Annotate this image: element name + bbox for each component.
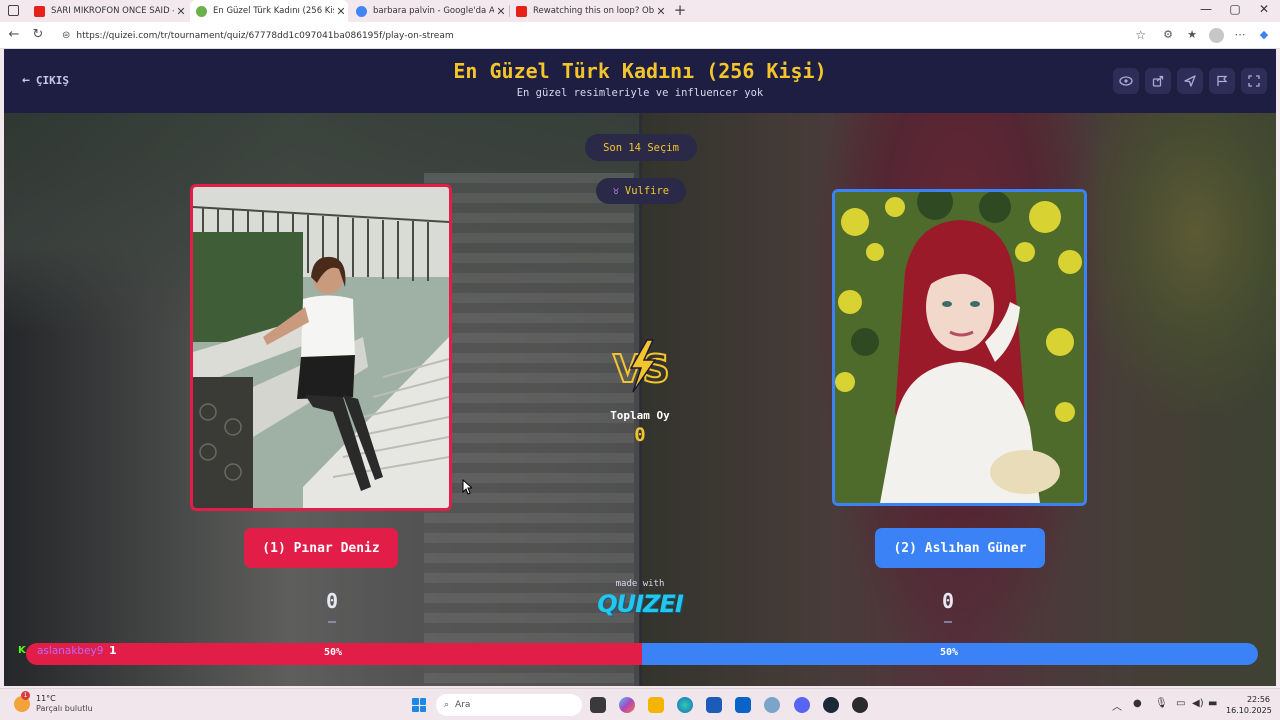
quiz-subtitle: En güzel resimleriyle ve influencer yok [516, 87, 764, 99]
kick-icon: K [18, 645, 26, 656]
weather-badge: 1 [21, 691, 30, 700]
flag-icon[interactable] [1209, 68, 1235, 94]
tab-quizei[interactable]: En Güzel Türk Kadını (256 Kişi) - Q ✕ [190, 0, 348, 22]
left-vote-count: 0 [325, 589, 339, 613]
minimize-button[interactable]: — [1196, 2, 1216, 16]
browser-toolbar: ← ↻ ⊜ https://quizei.com/tr/tournament/q… [0, 22, 1280, 49]
extensions-icon[interactable]: ⚙ [1160, 28, 1176, 41]
start-icon[interactable] [412, 698, 426, 712]
profile-avatar[interactable] [1209, 28, 1224, 43]
made-with-label: made with [615, 579, 665, 589]
total-votes-label: Toplam Oy [610, 409, 670, 422]
quizei-favicon-icon [196, 5, 207, 17]
tab-list-icon[interactable] [8, 5, 19, 16]
right-vote-count: 0 [941, 589, 955, 613]
site-info-icon[interactable]: ⊜ [62, 30, 70, 41]
vote-progress-bar: 50% 50% [26, 643, 1258, 665]
copilot-icon[interactable]: ◆ [1256, 28, 1272, 41]
search-icon: ⌕ [444, 700, 450, 710]
obs-icon[interactable] [852, 697, 868, 713]
close-tab-icon[interactable]: ✕ [334, 5, 348, 18]
eye-icon[interactable] [1113, 68, 1139, 94]
copilot-app-icon[interactable] [619, 697, 635, 713]
quizei-logo[interactable]: QUIZEI [590, 590, 690, 618]
mouse-pointer-icon [462, 479, 472, 495]
maximize-button[interactable]: ▢ [1225, 2, 1245, 16]
bookmark-star-icon[interactable]: ☆ [1135, 28, 1146, 42]
system-clock[interactable]: 22:56 16.10.2025 [1226, 694, 1272, 716]
tab-youtube-1[interactable]: SARI MİKROFON ONCE SAID - Yo ✕ [28, 0, 188, 22]
quiz-app: ← ÇIKIŞ En Güzel Türk Kadını (256 Kişi) … [4, 49, 1276, 686]
volume-icon[interactable]: ◀) [1192, 698, 1204, 709]
chat-username: aslanakbey9 [37, 645, 104, 657]
tab-google[interactable]: barbara palvin - Google'da Ara ✕ [350, 0, 508, 22]
streamer-icon: ♉ [612, 185, 619, 197]
new-tab-button[interactable]: + [673, 1, 687, 19]
more-menu-icon[interactable]: ⋯ [1232, 28, 1248, 41]
send-icon[interactable] [1177, 68, 1203, 94]
address-bar[interactable]: ⊜ https://quizei.com/tr/tournament/quiz/… [54, 25, 1152, 46]
weather-icon: 1 [14, 691, 30, 712]
tab-title: Rewatching this on loop? Obvious [533, 6, 654, 16]
edge-icon[interactable] [677, 697, 693, 713]
weather-widget[interactable]: 1 11°C Parçalı bulutlu [14, 691, 93, 714]
youtube-icon [34, 5, 45, 17]
tray-overflow-icon[interactable]: ︿ [1112, 698, 1122, 713]
close-tab-icon[interactable]: ✕ [494, 5, 508, 18]
tab-title: SARI MİKROFON ONCE SAID - Yo [51, 6, 174, 16]
quiz-header: ← ÇIKIŞ En Güzel Türk Kadını (256 Kişi) … [4, 49, 1276, 113]
left-vote-dash [328, 621, 336, 623]
microphone-icon[interactable]: 🎙 [1155, 698, 1168, 709]
left-percent-label: 50% [324, 647, 343, 658]
fullscreen-icon[interactable] [1241, 68, 1267, 94]
streamer-name: Vulfire [624, 185, 670, 197]
choose-left-button[interactable]: (1) Pınar Deniz [244, 528, 398, 568]
file-explorer-icon[interactable] [648, 697, 664, 713]
google-icon [356, 5, 367, 17]
choose-right-button[interactable]: (2) Aslıhan Güner [875, 528, 1045, 568]
close-tab-icon[interactable]: ✕ [654, 5, 668, 18]
close-window-button[interactable]: ✕ [1254, 2, 1274, 16]
total-votes-value: 0 [634, 424, 646, 446]
quiz-title: En Güzel Türk Kadını (256 Kişi) [453, 59, 827, 83]
clock-date: 16.10.2025 [1226, 706, 1272, 715]
settings-icon[interactable] [764, 697, 780, 713]
share-icon[interactable] [1145, 68, 1171, 94]
right-percent-label: 50% [940, 647, 959, 658]
favorites-icon[interactable]: ★ [1184, 28, 1200, 41]
streamer-badge: ♉ Vulfire [596, 178, 686, 204]
reload-icon[interactable]: ↻ [30, 27, 46, 42]
vs-lightning-icon: VS [612, 339, 671, 393]
steam-icon[interactable] [823, 697, 839, 713]
windows-taskbar: 1 11°C Parçalı bulutlu ⌕ Ara ︿ ● 🎙 ▭ ◀) … [0, 688, 1280, 720]
discord-icon[interactable] [794, 697, 810, 713]
weather-desc: Parçalı bulutlu [36, 704, 93, 713]
clock-time: 22:56 [1246, 695, 1270, 704]
outlook-icon[interactable] [735, 697, 751, 713]
close-tab-icon[interactable]: ✕ [174, 5, 188, 18]
task-view-icon[interactable] [590, 697, 606, 713]
url-text[interactable]: https://quizei.com/tr/tournament/quiz/67… [76, 31, 453, 41]
tab-youtube-2[interactable]: Rewatching this on loop? Obvious ✕ [510, 0, 668, 22]
contestant-photo-left[interactable] [190, 184, 452, 511]
back-icon[interactable]: ← [6, 27, 22, 42]
youtube-icon [516, 5, 527, 17]
weather-temp: 11°C [36, 694, 56, 703]
round-pill: Son 14 Seçim [585, 134, 697, 161]
tray-app-icon[interactable]: ● [1133, 698, 1142, 709]
tab-title: barbara palvin - Google'da Ara [373, 6, 494, 16]
matchup-stage: Son 14 Seçim ♉ Vulfire (1) Pınar Deniz (… [4, 113, 1276, 686]
battery-icon[interactable]: ▬ [1208, 698, 1217, 709]
tab-bar: SARI MİKROFON ONCE SAID - Yo ✕ En Güzel … [0, 0, 1280, 22]
network-icon[interactable]: ▭ [1176, 698, 1185, 709]
right-vote-dash [944, 621, 952, 623]
search-placeholder: Ara [455, 700, 471, 710]
taskbar-search[interactable]: ⌕ Ara [436, 694, 582, 716]
chat-message: 1 [109, 644, 117, 657]
contestant-photo-right[interactable] [832, 189, 1087, 506]
tab-title: En Güzel Türk Kadını (256 Kişi) - Q [213, 6, 334, 16]
store-icon[interactable] [706, 697, 722, 713]
